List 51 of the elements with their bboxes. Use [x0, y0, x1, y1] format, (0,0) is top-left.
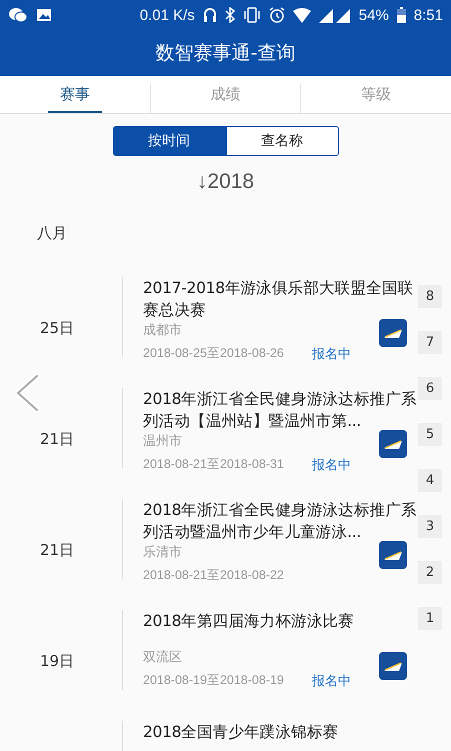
event-title: 2018年浙江省全民健身游泳达标推广系列活动暨温州市少年儿童游泳... — [143, 500, 418, 543]
clock: 8:51 — [414, 6, 443, 24]
event-title: 2018全国青少年蹼泳锦标赛 — [143, 722, 340, 743]
event-location: 乐清市 — [143, 544, 182, 561]
battery-percentage: 54% — [358, 6, 389, 24]
event-title: 2018年第四届海力杯游泳比赛 — [143, 611, 355, 632]
index-label[interactable]: 4 — [418, 469, 442, 492]
alarm-icon — [268, 7, 285, 23]
headphones-icon — [202, 7, 217, 23]
month-heading: 八月 — [36, 224, 68, 244]
event-day: 21日 — [40, 541, 74, 560]
event-location: 成都市 — [143, 322, 182, 339]
chat-app-icon — [8, 7, 28, 23]
index-label[interactable]: 1 — [418, 607, 442, 630]
segment-button[interactable]: 按时间 — [112, 126, 226, 156]
event-title: 2017-2018年游泳俱乐部大联盟全国联赛总决赛 — [143, 278, 414, 321]
event-location: 双流区 — [143, 649, 182, 666]
event-day: 19日 — [40, 652, 74, 671]
wifi-icon — [292, 8, 311, 22]
signal-icon — [318, 8, 351, 22]
logo-icon — [379, 541, 407, 569]
event-title: 2018年浙江省全民健身游泳达标推广系列活动【温州站】暨温州市第... — [143, 389, 418, 432]
index-label[interactable]: 5 — [418, 423, 442, 446]
event-dates: 2018-08-19至2018-08-19 — [143, 672, 284, 689]
registration-status: 报名中 — [312, 345, 351, 363]
event-location: 温州市 — [143, 433, 182, 450]
network-speed: 0.01 K/s — [140, 6, 195, 24]
index-label[interactable]: 3 — [418, 515, 442, 538]
index-label[interactable]: 7 — [418, 331, 442, 354]
page-title: 数智赛事通-查询 — [156, 41, 296, 66]
bluetooth-icon — [224, 7, 235, 23]
vibrate-icon — [242, 7, 261, 23]
segment-button[interactable]: 查名称 — [226, 126, 338, 156]
logo-icon — [379, 319, 407, 347]
year-heading[interactable]: ↓2018 — [0, 164, 451, 224]
index-label[interactable]: 6 — [418, 377, 442, 400]
logo-icon — [379, 652, 407, 680]
registration-status: 报名中 — [312, 456, 351, 474]
event-day: 25日 — [40, 319, 74, 338]
event-dates: 2018-08-21至2018-08-31 — [143, 456, 284, 473]
registration-status: 报名中 — [312, 672, 351, 690]
event-dates: 2018-08-25至2018-08-26 — [143, 345, 284, 362]
logo-icon — [379, 430, 407, 458]
tab[interactable]: 赛事 — [48, 76, 102, 113]
event-dates: 2018-08-21至2018-08-22 — [143, 567, 284, 584]
event-row[interactable]: 2018全国青少年蹼泳锦标赛 — [0, 717, 451, 751]
index-label[interactable]: 2 — [418, 561, 442, 584]
index-label[interactable]: 8 — [418, 285, 442, 308]
image-icon — [36, 8, 52, 22]
battery-icon — [396, 7, 406, 23]
event-day: 21日 — [40, 430, 74, 449]
